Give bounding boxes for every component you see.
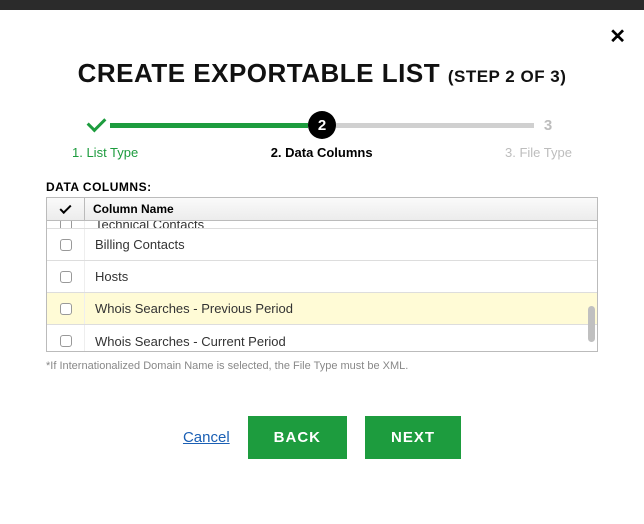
- table-row[interactable]: Whois Searches - Previous Period: [47, 293, 597, 325]
- row-checkbox[interactable]: [47, 221, 85, 228]
- row-checkbox[interactable]: [47, 261, 85, 292]
- modal-title: CREATE EXPORTABLE LIST (STEP 2 OF 3): [46, 58, 598, 89]
- step-bar-2-3: [336, 123, 534, 128]
- section-label: DATA COLUMNS:: [46, 180, 598, 194]
- table-header: Column Name: [47, 198, 597, 221]
- step-node-2: 2: [308, 111, 336, 139]
- title-step: (STEP 2 OF 3): [448, 67, 567, 86]
- row-label: Billing Contacts: [85, 237, 597, 252]
- row-checkbox[interactable]: [47, 325, 85, 351]
- data-columns-table: Column Name Technical Contacts Billing C…: [46, 197, 598, 352]
- action-bar: Cancel BACK NEXT: [46, 416, 598, 459]
- column-name-header: Column Name: [85, 198, 597, 220]
- check-icon: [59, 201, 71, 213]
- window-topbar: [0, 0, 644, 10]
- row-label: Technical Contacts: [85, 221, 597, 229]
- footnote: *If Internationalized Domain Name is sel…: [46, 360, 598, 372]
- row-label: Whois Searches - Current Period: [85, 334, 597, 349]
- row-label: Hosts: [85, 269, 597, 284]
- back-button[interactable]: BACK: [248, 416, 347, 459]
- step-label-3: 3. File Type: [505, 145, 572, 160]
- step-bar-1-2: [110, 123, 308, 128]
- scroll-thumb[interactable]: [588, 306, 595, 342]
- scrollbar[interactable]: [588, 218, 595, 344]
- step-labels: 1. List Type 2. Data Columns 3. File Typ…: [72, 145, 572, 160]
- table-body[interactable]: Technical Contacts Billing Contacts Host…: [47, 221, 597, 351]
- create-exportable-list-modal: ✕ CREATE EXPORTABLE LIST (STEP 2 OF 3) 2…: [0, 10, 644, 499]
- close-icon[interactable]: ✕: [609, 24, 626, 49]
- row-checkbox[interactable]: [47, 293, 85, 324]
- select-all-checkbox[interactable]: [47, 198, 85, 220]
- step-label-2: 2. Data Columns: [271, 145, 373, 160]
- table-row[interactable]: Whois Searches - Current Period: [47, 325, 597, 351]
- row-label: Whois Searches - Previous Period: [85, 301, 597, 316]
- step-node-3: 3: [534, 111, 562, 139]
- step-node-1: [82, 111, 110, 139]
- next-button[interactable]: NEXT: [365, 416, 461, 459]
- table-row[interactable]: Hosts: [47, 261, 597, 293]
- table-row[interactable]: Technical Contacts: [47, 221, 597, 229]
- stepper: 2 3: [82, 111, 562, 139]
- cancel-link[interactable]: Cancel: [183, 429, 230, 446]
- table-row[interactable]: Billing Contacts: [47, 229, 597, 261]
- row-checkbox[interactable]: [47, 229, 85, 260]
- step-label-1: 1. List Type: [72, 145, 138, 160]
- title-text: CREATE EXPORTABLE LIST: [78, 58, 441, 88]
